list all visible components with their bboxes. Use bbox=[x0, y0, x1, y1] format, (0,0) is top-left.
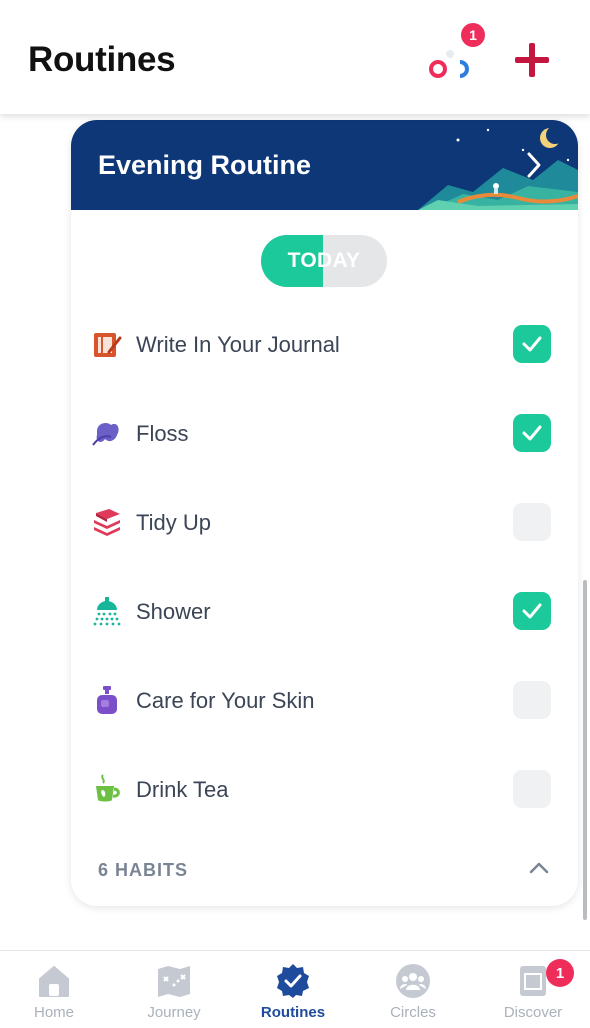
habit-label: Care for Your Skin bbox=[136, 688, 315, 713]
routine-card: Evening Routine TODAY Write In Your Jour… bbox=[71, 120, 578, 906]
habit-label: Drink Tea bbox=[136, 777, 229, 802]
nav-item-home[interactable]: Home bbox=[0, 951, 113, 1028]
habit-checkbox[interactable] bbox=[513, 325, 551, 363]
routine-title: Evening Routine bbox=[98, 150, 312, 180]
nav-label: Circles bbox=[390, 1004, 436, 1021]
home-icon bbox=[39, 966, 69, 997]
habit-checkbox[interactable] bbox=[513, 503, 551, 541]
habit-checkbox[interactable] bbox=[513, 770, 551, 808]
circles-notification-badge: 1 bbox=[461, 23, 485, 47]
chevron-up-icon[interactable] bbox=[528, 861, 550, 875]
shower-icon bbox=[93, 597, 121, 626]
habit-label: Tidy Up bbox=[136, 510, 211, 535]
routine-banner[interactable]: Evening Routine bbox=[71, 120, 578, 210]
nav-label: Routines bbox=[260, 1004, 326, 1021]
nav-label: Journey bbox=[147, 1004, 201, 1021]
nav-item-circles[interactable]: Circles bbox=[354, 951, 472, 1028]
habit-row[interactable]: Floss bbox=[71, 393, 578, 473]
habit-row[interactable]: Care for Your Skin bbox=[71, 660, 578, 740]
habit-label: Write In Your Journal bbox=[136, 332, 340, 357]
tea-icon bbox=[96, 774, 120, 802]
chevron-right-icon[interactable] bbox=[524, 150, 544, 180]
discover-notification-badge: 1 bbox=[546, 959, 574, 987]
check-icon bbox=[522, 425, 542, 441]
today-toggle-label: TODAY bbox=[287, 249, 361, 272]
habit-label: Shower bbox=[136, 599, 211, 624]
add-button[interactable] bbox=[512, 40, 552, 80]
habit-label: Floss bbox=[136, 421, 189, 446]
journal-icon bbox=[94, 333, 122, 357]
nav-label: Home bbox=[33, 1004, 74, 1021]
habits-count: 6 HABITS bbox=[98, 860, 189, 880]
skincare-icon bbox=[97, 686, 117, 714]
page-title: Routines bbox=[28, 40, 176, 79]
app-header: Routines 1 bbox=[0, 0, 590, 114]
habit-checkbox[interactable] bbox=[513, 414, 551, 452]
nav-item-routines[interactable]: Routines bbox=[234, 951, 352, 1028]
night-landscape-illustration bbox=[418, 126, 578, 210]
scrollbar[interactable] bbox=[583, 580, 587, 920]
habit-checkbox[interactable] bbox=[513, 592, 551, 630]
nav-item-journey[interactable]: Journey bbox=[115, 951, 233, 1028]
map-icon bbox=[158, 966, 190, 997]
habit-row[interactable]: Tidy Up bbox=[71, 482, 578, 562]
check-icon bbox=[522, 336, 542, 352]
check-badge-icon bbox=[277, 964, 309, 998]
today-toggle[interactable]: TODAY bbox=[261, 235, 387, 287]
tidy-up-icon bbox=[94, 509, 120, 536]
habit-row[interactable]: Write In Your Journal bbox=[71, 304, 578, 384]
habit-row[interactable]: Shower bbox=[71, 571, 578, 651]
group-icon bbox=[396, 964, 430, 998]
nav-label: Discover bbox=[503, 1004, 563, 1021]
bottom-nav: Home Journey Routines Circles Discover 1 bbox=[0, 950, 590, 1028]
check-icon bbox=[522, 603, 542, 619]
circles-icon[interactable] bbox=[424, 44, 476, 84]
nav-item-discover[interactable]: Discover bbox=[474, 951, 590, 1028]
floss-icon bbox=[92, 423, 119, 446]
habit-row[interactable]: Drink Tea bbox=[71, 749, 578, 829]
habit-checkbox[interactable] bbox=[513, 681, 551, 719]
